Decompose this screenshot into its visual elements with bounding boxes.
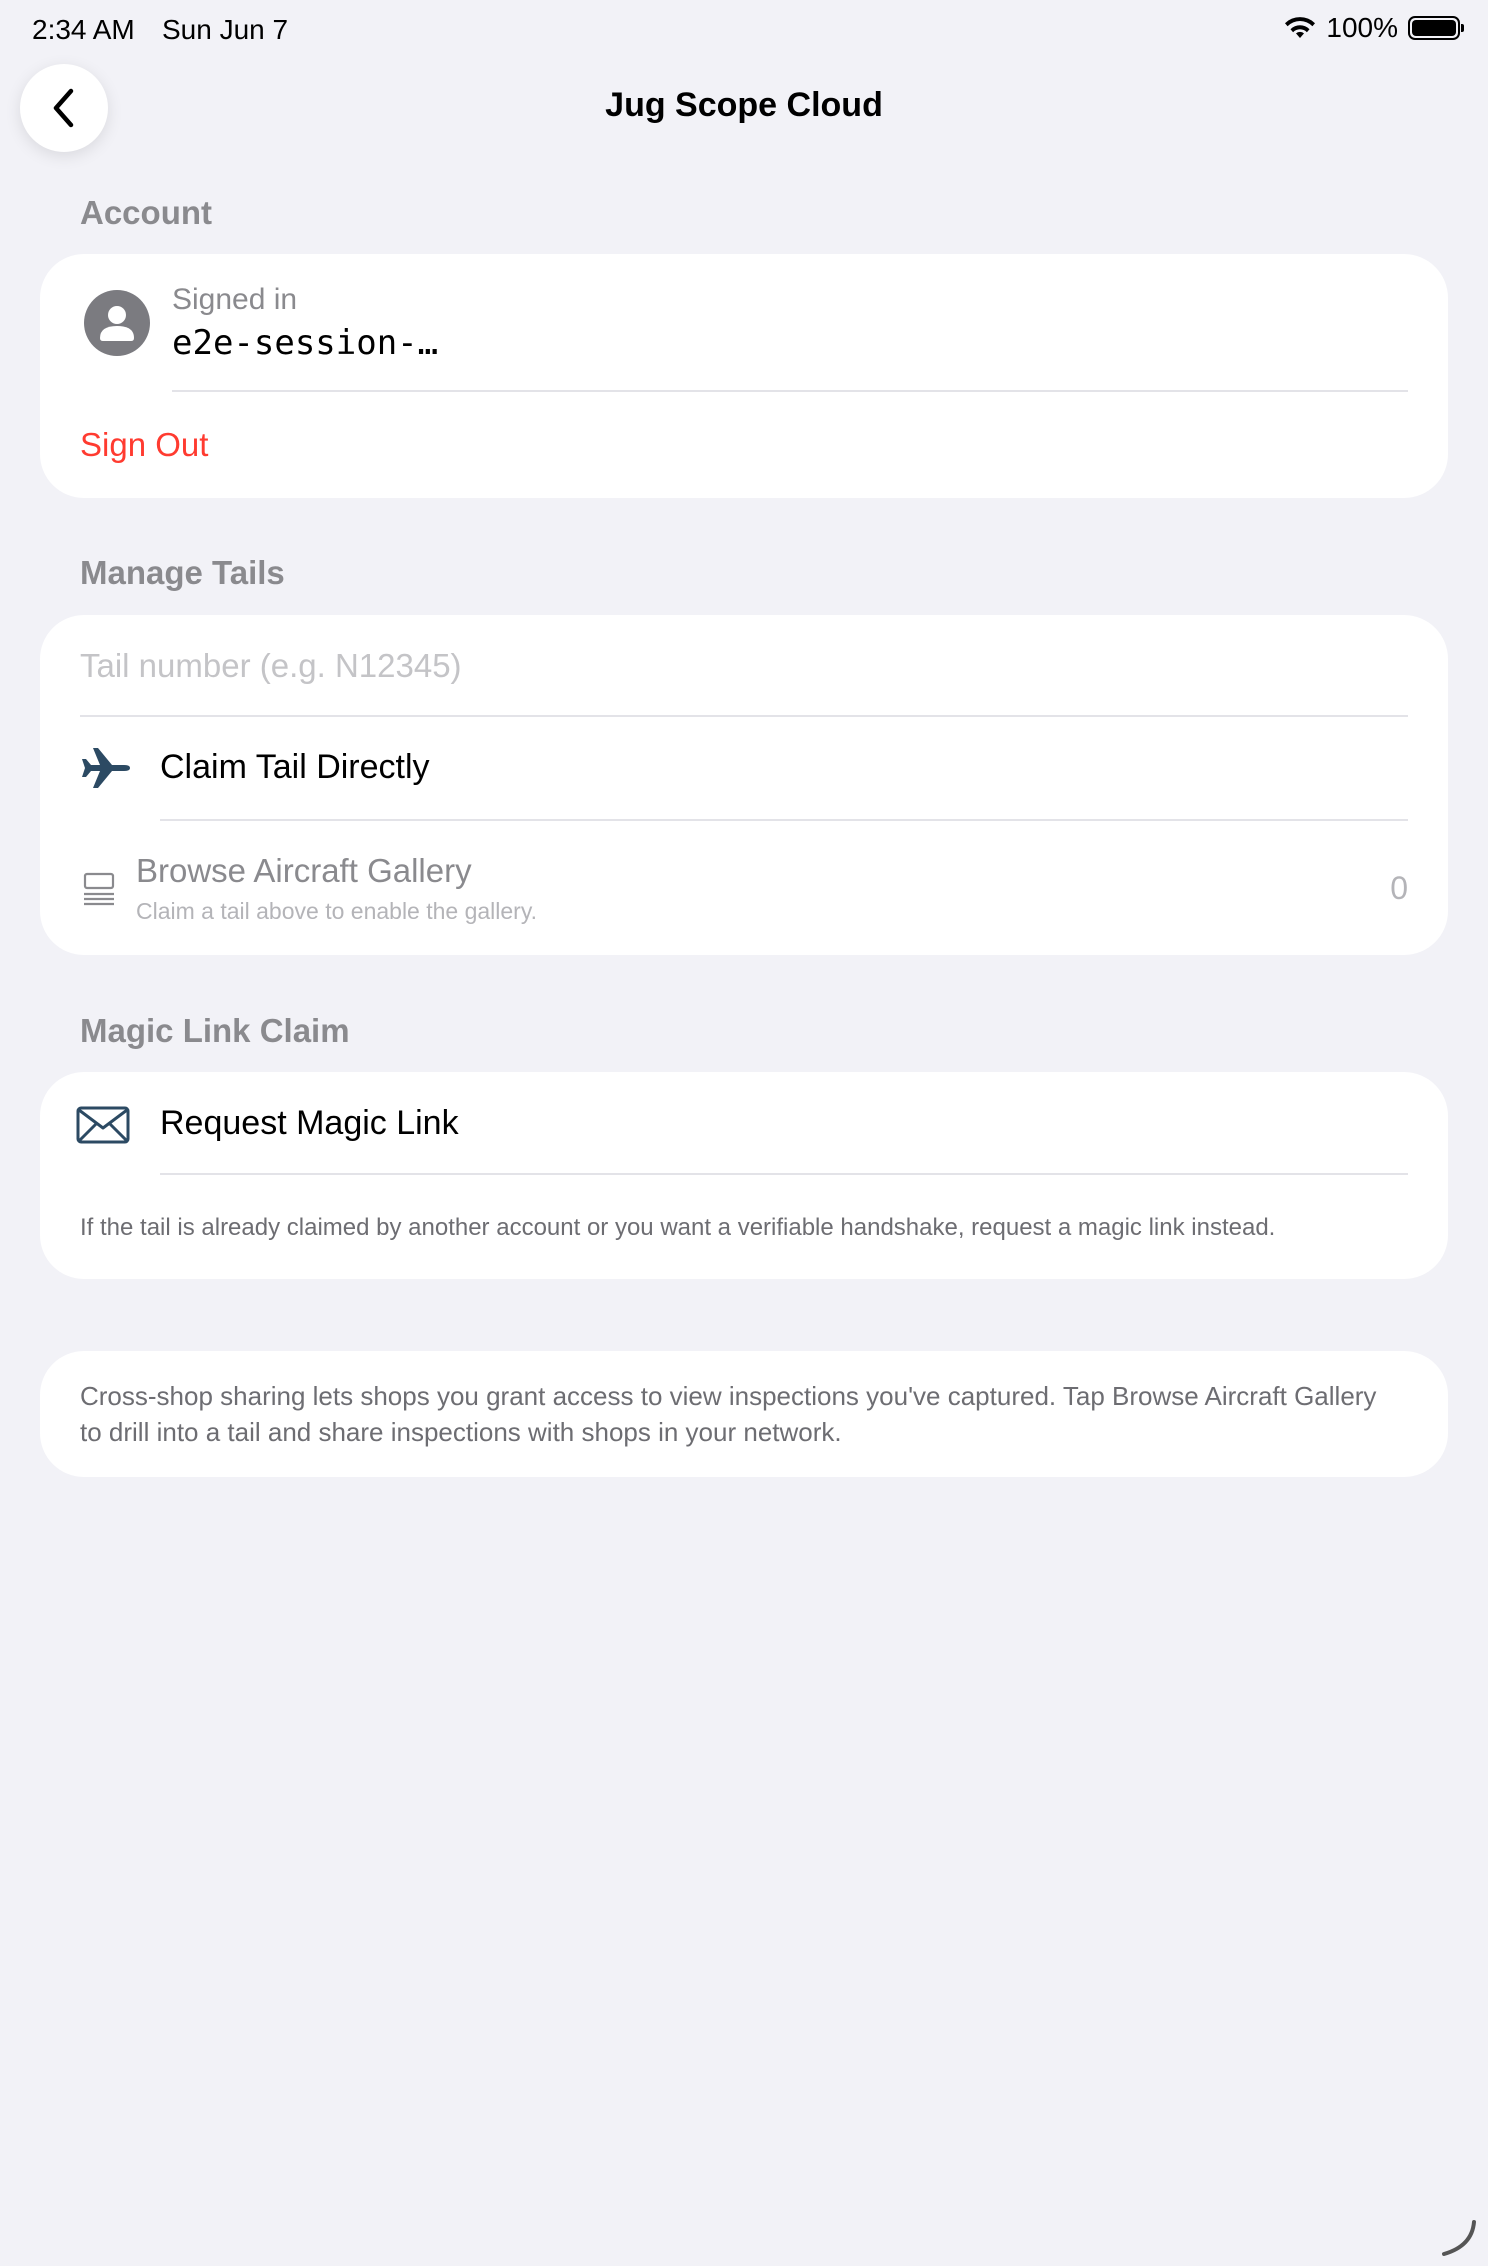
person-circle-icon bbox=[84, 290, 150, 356]
tail-number-input[interactable] bbox=[80, 640, 1400, 692]
claim-tail-label: Claim Tail Directly bbox=[160, 748, 430, 786]
battery-percent: 100% bbox=[1326, 12, 1398, 43]
magic-link-section-header: Magic Link Claim bbox=[80, 1012, 350, 1049]
manage-tails-section-header: Manage Tails bbox=[80, 554, 285, 591]
divider bbox=[80, 715, 1408, 717]
gallery-count: 0 bbox=[1390, 870, 1408, 906]
gallery-list-icon bbox=[83, 872, 115, 906]
divider bbox=[160, 1173, 1408, 1175]
page-title: Jug Scope Cloud bbox=[605, 86, 883, 124]
envelope-icon bbox=[76, 1106, 130, 1144]
wifi-icon bbox=[1285, 17, 1316, 38]
settings-screen: 2:34 AM Sun Jun 7 100% Jug Scope Cloud A… bbox=[0, 0, 1488, 2266]
status-indicators: 100% bbox=[1284, 12, 1464, 44]
airplane-icon bbox=[82, 748, 130, 788]
browse-gallery-subtitle: Claim a tail above to enable the gallery… bbox=[136, 898, 538, 924]
request-magic-link-label: Request Magic Link bbox=[160, 1104, 459, 1142]
claim-tail-row[interactable]: Claim Tail Directly bbox=[40, 718, 1448, 818]
status-time: 2:34 AM bbox=[32, 14, 135, 45]
signed-in-value: e2e-session-… bbox=[172, 323, 439, 363]
signed-in-label: Signed in bbox=[172, 283, 298, 316]
sign-out-button[interactable]: Sign Out bbox=[80, 426, 208, 464]
resize-handle-icon bbox=[1442, 2220, 1476, 2256]
status-date: Sun Jun 7 bbox=[162, 14, 289, 45]
account-section-header: Account bbox=[80, 194, 212, 231]
divider bbox=[160, 819, 1408, 821]
browse-gallery-label: Browse Aircraft Gallery bbox=[136, 852, 472, 889]
magic-link-footnote: If the tail is already claimed by anothe… bbox=[80, 1214, 1276, 1241]
info-text: Cross-shop sharing lets shops you grant … bbox=[80, 1381, 1377, 1447]
battery-icon bbox=[1408, 16, 1464, 40]
request-magic-link-row[interactable]: Request Magic Link bbox=[40, 1074, 1448, 1174]
divider bbox=[172, 390, 1408, 392]
